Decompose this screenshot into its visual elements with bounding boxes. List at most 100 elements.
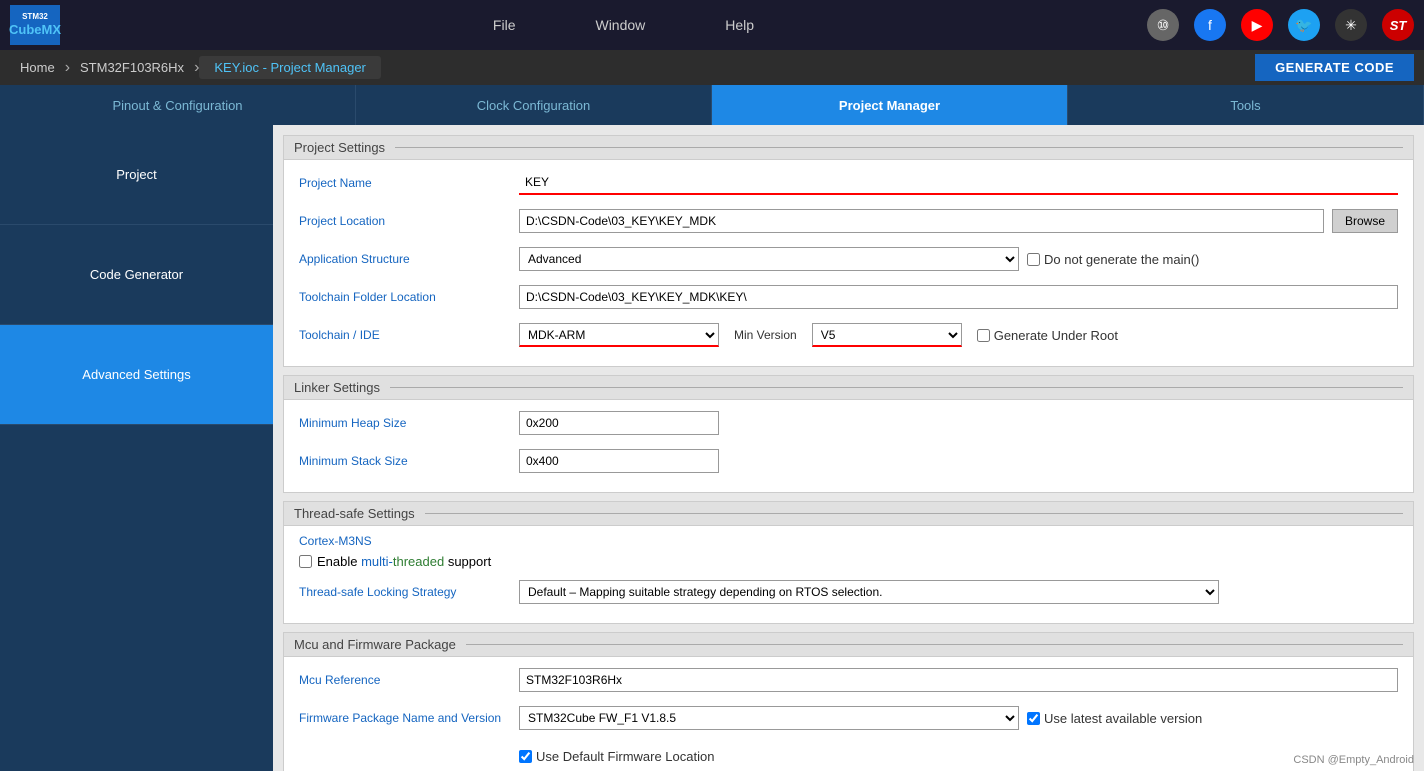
- toolchain-ide-label: Toolchain / IDE: [299, 328, 519, 342]
- content-area: Project Settings Project Name Project Lo…: [273, 125, 1424, 771]
- enable-mt-checkbox[interactable]: [299, 555, 312, 568]
- project-name-control: [519, 171, 1398, 195]
- firmware-pkg-label: Firmware Package Name and Version: [299, 711, 519, 725]
- network-icon[interactable]: ✳: [1335, 9, 1367, 41]
- linker-settings-body: Minimum Heap Size Minimum Stack Size: [284, 400, 1413, 492]
- sidebar-item-advanced-settings[interactable]: Advanced Settings: [0, 325, 273, 425]
- linker-settings-section: Linker Settings Minimum Heap Size Minimu…: [283, 375, 1414, 493]
- tab-project-manager[interactable]: Project Manager: [712, 85, 1068, 125]
- sidebar-item-code-generator[interactable]: Code Generator: [0, 225, 273, 325]
- generate-code-button[interactable]: GENERATE CODE: [1255, 54, 1414, 81]
- mcu-ref-row: Mcu Reference: [299, 665, 1398, 695]
- project-location-browse[interactable]: Browse: [1332, 209, 1398, 233]
- do-not-generate-checkbox[interactable]: [1027, 253, 1040, 266]
- thread-settings-header: Thread-safe Settings: [284, 502, 1413, 526]
- toolchain-ide-control: MDK-ARM STM32CubeIDE Makefile Min Versio…: [519, 323, 1398, 347]
- use-latest-checkbox[interactable]: [1027, 712, 1040, 725]
- toolchain-ide-row: Toolchain / IDE MDK-ARM STM32CubeIDE Mak…: [299, 320, 1398, 350]
- project-location-row: Project Location Browse: [299, 206, 1398, 236]
- mcu-firmware-body: Mcu Reference Firmware Package Name and …: [284, 657, 1413, 771]
- locking-strategy-label: Thread-safe Locking Strategy: [299, 585, 519, 599]
- min-version-label: Min Version: [734, 328, 797, 342]
- menu-bar: File Window Help: [100, 17, 1147, 33]
- toolchain-folder-control: [519, 285, 1398, 309]
- toolchain-folder-label: Toolchain Folder Location: [299, 290, 519, 304]
- menu-window[interactable]: Window: [595, 17, 645, 33]
- min-heap-label: Minimum Heap Size: [299, 416, 519, 430]
- min-stack-control: [519, 449, 1398, 473]
- locking-strategy-control: Default – Mapping suitable strategy depe…: [519, 580, 1398, 604]
- firmware-pkg-select[interactable]: STM32Cube FW_F1 V1.8.5: [519, 706, 1019, 730]
- youtube-icon[interactable]: ▶: [1241, 9, 1273, 41]
- tab-tools[interactable]: Tools: [1068, 85, 1424, 125]
- mcu-ref-input[interactable]: [519, 668, 1398, 692]
- watermark: CSDN @Empty_Android: [1293, 754, 1414, 766]
- locking-strategy-row: Thread-safe Locking Strategy Default – M…: [299, 577, 1398, 607]
- min-version-select[interactable]: V5 V4 V5.27: [812, 323, 962, 347]
- linker-settings-header: Linker Settings: [284, 376, 1413, 400]
- firmware-pkg-row: Firmware Package Name and Version STM32C…: [299, 703, 1398, 733]
- min-heap-row: Minimum Heap Size: [299, 408, 1398, 438]
- mcu-ref-control: [519, 668, 1398, 692]
- toolchain-folder-row: Toolchain Folder Location: [299, 282, 1398, 312]
- mcu-ref-label: Mcu Reference: [299, 673, 519, 687]
- app-structure-row: Application Structure Advanced Basic Do …: [299, 244, 1398, 274]
- use-default-location-checkbox[interactable]: [519, 750, 532, 763]
- logo-area: STM32CubeMX: [10, 5, 60, 45]
- min-stack-input[interactable]: [519, 449, 719, 473]
- generate-under-root-checkbox[interactable]: [977, 329, 990, 342]
- sidebar-item-project[interactable]: Project: [0, 125, 273, 225]
- menu-file[interactable]: File: [493, 17, 516, 33]
- app-structure-select[interactable]: Advanced Basic: [519, 247, 1019, 271]
- enable-mt-row: Enable multi-threaded support: [299, 554, 1398, 569]
- toolchain-select[interactable]: MDK-ARM STM32CubeIDE Makefile: [519, 323, 719, 347]
- project-settings-header: Project Settings: [284, 136, 1413, 160]
- tab-pinout[interactable]: Pinout & Configuration: [0, 85, 356, 125]
- min-heap-control: [519, 411, 1398, 435]
- project-name-label: Project Name: [299, 176, 519, 190]
- app-structure-control: Advanced Basic Do not generate the main(…: [519, 247, 1398, 271]
- project-location-label: Project Location: [299, 214, 519, 228]
- min-stack-label: Minimum Stack Size: [299, 454, 519, 468]
- use-default-location-label: Use Default Firmware Location: [519, 749, 714, 764]
- stm32-logo: STM32CubeMX: [10, 5, 60, 45]
- enable-mt-text: Enable multi-threaded support: [317, 554, 491, 569]
- breadcrumb-home[interactable]: Home: [10, 60, 65, 75]
- toolchain-folder-input[interactable]: [519, 285, 1398, 309]
- breadcrumb-mcu[interactable]: STM32F103R6Hx: [70, 60, 194, 75]
- do-not-generate-checkbox-label: Do not generate the main(): [1027, 252, 1199, 267]
- min-heap-input[interactable]: [519, 411, 719, 435]
- thread-settings-section: Thread-safe Settings Cortex-M3NS Enable …: [283, 501, 1414, 624]
- st-icon[interactable]: ST: [1382, 9, 1414, 41]
- tab-clock[interactable]: Clock Configuration: [356, 85, 712, 125]
- top-bar: STM32CubeMX File Window Help ⑩ f ▶ 🐦 ✳ S…: [0, 0, 1424, 50]
- app-structure-label: Application Structure: [299, 252, 519, 266]
- use-default-location-row: Use Default Firmware Location: [299, 741, 1398, 771]
- version-icon[interactable]: ⑩: [1147, 9, 1179, 41]
- project-name-row: Project Name: [299, 168, 1398, 198]
- mcu-firmware-section: Mcu and Firmware Package Mcu Reference F…: [283, 632, 1414, 771]
- firmware-pkg-control: STM32Cube FW_F1 V1.8.5 Use latest availa…: [519, 706, 1398, 730]
- tab-bar: Pinout & Configuration Clock Configurati…: [0, 85, 1424, 125]
- locking-strategy-select[interactable]: Default – Mapping suitable strategy depe…: [519, 580, 1219, 604]
- menu-help[interactable]: Help: [725, 17, 754, 33]
- breadcrumb-project[interactable]: KEY.ioc - Project Manager: [199, 56, 381, 79]
- use-default-location-control: Use Default Firmware Location: [519, 749, 1398, 764]
- twitter-icon[interactable]: 🐦: [1288, 9, 1320, 41]
- project-name-input[interactable]: [519, 171, 1398, 195]
- project-settings-section: Project Settings Project Name Project Lo…: [283, 135, 1414, 367]
- project-location-input[interactable]: [519, 209, 1324, 233]
- top-right-icons: ⑩ f ▶ 🐦 ✳ ST: [1147, 9, 1414, 41]
- project-settings-body: Project Name Project Location Browse App…: [284, 160, 1413, 366]
- min-stack-row: Minimum Stack Size: [299, 446, 1398, 476]
- project-location-control: Browse: [519, 209, 1398, 233]
- main-layout: Project Code Generator Advanced Settings…: [0, 125, 1424, 771]
- facebook-icon[interactable]: f: [1194, 9, 1226, 41]
- breadcrumb: Home › STM32F103R6Hx › KEY.ioc - Project…: [0, 50, 1424, 85]
- thread-settings-body: Cortex-M3NS Enable multi-threaded suppor…: [284, 526, 1413, 623]
- sidebar: Project Code Generator Advanced Settings: [0, 125, 273, 771]
- cortex-label: Cortex-M3NS: [299, 534, 1398, 548]
- mcu-firmware-header: Mcu and Firmware Package: [284, 633, 1413, 657]
- use-latest-label: Use latest available version: [1027, 711, 1202, 726]
- generate-under-root-label: Generate Under Root: [977, 328, 1118, 343]
